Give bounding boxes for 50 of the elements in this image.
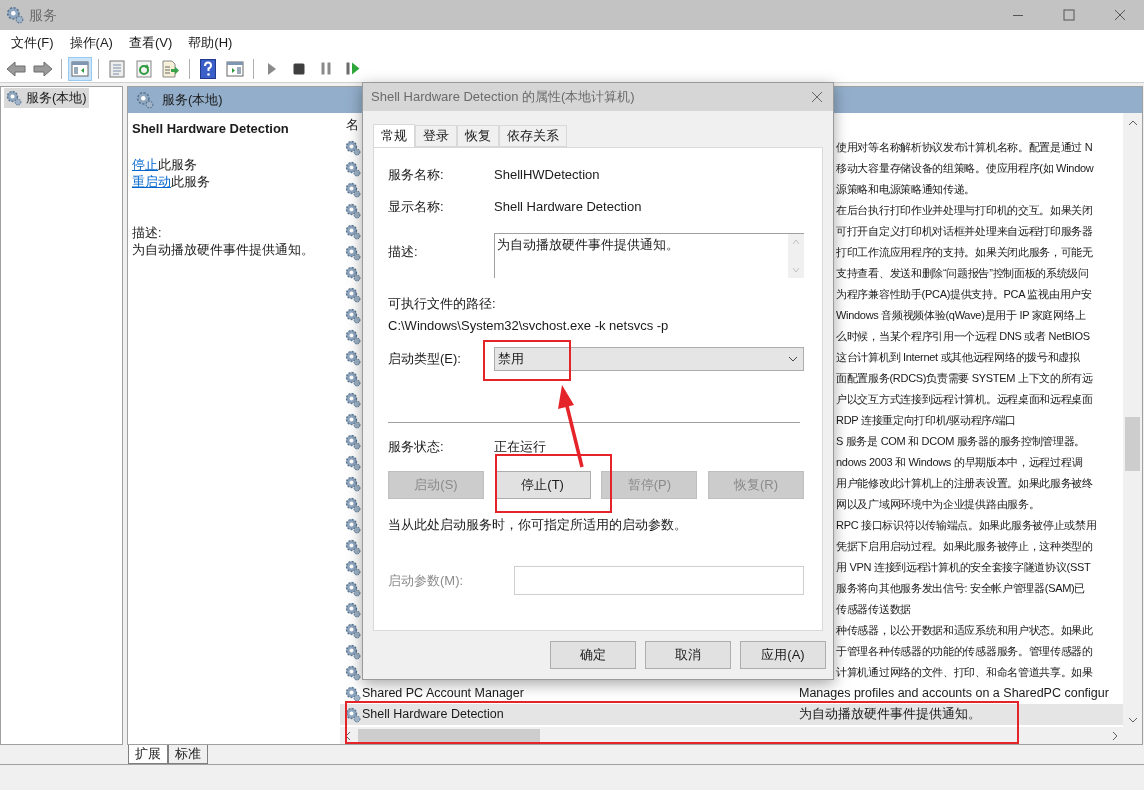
field-label: 可执行文件的路径:	[388, 295, 497, 314]
path-value: C:\Windows\System32\svchost.exe -k netsvcs -p	[388, 317, 670, 336]
description-cell-text: 网以及广域网环境中为企业提供路由服务。	[836, 497, 1040, 513]
description-cell-text: 用 VPN 连接到远程计算机的安全套接字隧道协议(SST	[836, 560, 1091, 576]
description-cell-text: 传感器传送数据	[836, 602, 911, 618]
dialog-title: Shell Hardware Detection 的属性(本地计算机)	[371, 88, 635, 107]
service-name: Shell Hardware Detection	[132, 120, 290, 138]
description-cell-text: 支持查看、发送和删除“问题报告”控制面板的系统级问	[836, 266, 1089, 282]
description-cell-text: RDP 连接重定向打印机/驱动程序/端口	[836, 413, 1017, 429]
description-cell-text: 凭据下启用启动过程。如果此服务被停止，这种类型的	[836, 539, 1093, 555]
description-cell-text: 为程序兼容性助手(PCA)提供支持。PCA 监视由用户安	[836, 287, 1092, 303]
description-cell-text: 可打开自定义打印机对话框并处理来自远程打印服务器	[836, 224, 1093, 240]
field-label: 服务名称:	[388, 166, 445, 185]
description-cell-text: 源策略和电源策略通知传递。	[836, 182, 976, 198]
description-cell-text: 么时候，当某个程序引用一个远程 DNS 或者 NetBIOS	[836, 329, 1090, 345]
description-cell-text: 移动大容量存储设备的组策略。使应用程序(如 Window	[836, 161, 1094, 177]
field-label: 显示名称:	[388, 198, 445, 217]
service-name-cell-text: Shared PC Account Manager	[361, 685, 525, 703]
field-label: 启动类型(E):	[388, 350, 462, 369]
description-cell-text: Windows 音频视频体验(qWave)是用于 IP 家庭网络上	[836, 308, 1086, 324]
description-cell-text: 计算机通过网络的文件、打印、和命名管道共享。如果	[836, 665, 1093, 681]
hint-text: 当从此处启动服务时，你可指定所适用的启动参数。	[388, 516, 688, 535]
description-cell-text: 种传感器，以公开数据和适应系统和用户状态。如果此	[836, 623, 1093, 639]
description-cell-text: Manages profiles and accounts on a SharedPC configur	[799, 685, 1109, 703]
description-cell-text: ndows 2003 和 Windows 的早期版本中，远程过程调	[836, 455, 1083, 471]
description-cell-text: 使用对等名称解析协议发布计算机名称。配置是通过 N	[836, 140, 1093, 156]
description-cell-text: 用户能修改此计算机上的注册表设置。如果此服务被终	[836, 476, 1093, 492]
description-cell-text: 户以交互方式连接到远程计算机。远程桌面和远程桌面	[836, 392, 1093, 408]
description-label: 描述:	[132, 225, 163, 241]
window-title: 服务	[29, 5, 57, 25]
field-value: ShellHWDetection	[494, 166, 600, 185]
field-label: 服务状态:	[388, 438, 445, 457]
description-cell-text: 打印工作流应用程序的支持。如果关闭此服务，可能无	[836, 245, 1093, 261]
description-cell-text: 服务将向其他服务发出信号: 安全帐户管理器(SAM)已	[836, 581, 1086, 597]
action-text: 此服务	[158, 157, 197, 173]
description-cell-text: RPC 接口标识符以传输端点。如果此服务被停止或禁用	[836, 518, 1097, 534]
description-cell-text: 在后台执行打印作业并处理与打印机的交互。如果关闭	[836, 203, 1093, 219]
status-value: 正在运行	[494, 438, 546, 457]
description-cell-text: 于管理各种传感器的功能的传感器服务。管理传感器的	[836, 644, 1093, 660]
action-text: 此服务	[171, 174, 210, 190]
service-name-cell-text: Shell Hardware Detection	[361, 706, 505, 724]
description-cell-text: 面配置服务(RDCS)负责需要 SYSTEM 上下文的所有远	[836, 371, 1093, 387]
field-value: Shell Hardware Detection	[494, 198, 642, 217]
description-cell-text: S 服务是 COM 和 DCOM 服务器的服务控制管理器。	[836, 434, 1086, 450]
description-cell-text: 这台计算机到 Internet 或其他远程网络的拨号和虚拟	[836, 350, 1080, 366]
field-label: 启动参数(M):	[388, 571, 465, 590]
description-cell-text: 为自动播放硬件事件提供通知。	[799, 706, 981, 724]
description-text: 为自动播放硬件事件提供通知。	[132, 242, 315, 259]
field-label: 描述:	[388, 243, 419, 261]
panel-title: 服务(本地)	[162, 91, 223, 110]
